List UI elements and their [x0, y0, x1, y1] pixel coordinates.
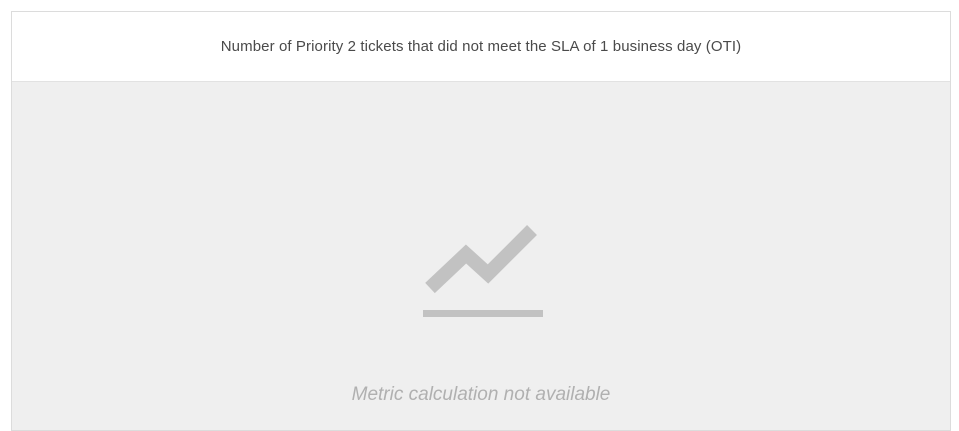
widget-title: Number of Priority 2 tickets that did no…: [220, 38, 742, 55]
line-chart-icon: [423, 225, 543, 317]
metric-widget: Number of Priority 2 tickets that did no…: [11, 11, 951, 431]
empty-state-message: Metric calculation not available: [351, 384, 611, 405]
widget-header: Number of Priority 2 tickets that did no…: [12, 12, 950, 82]
widget-body: Metric calculation not available: [12, 82, 950, 430]
